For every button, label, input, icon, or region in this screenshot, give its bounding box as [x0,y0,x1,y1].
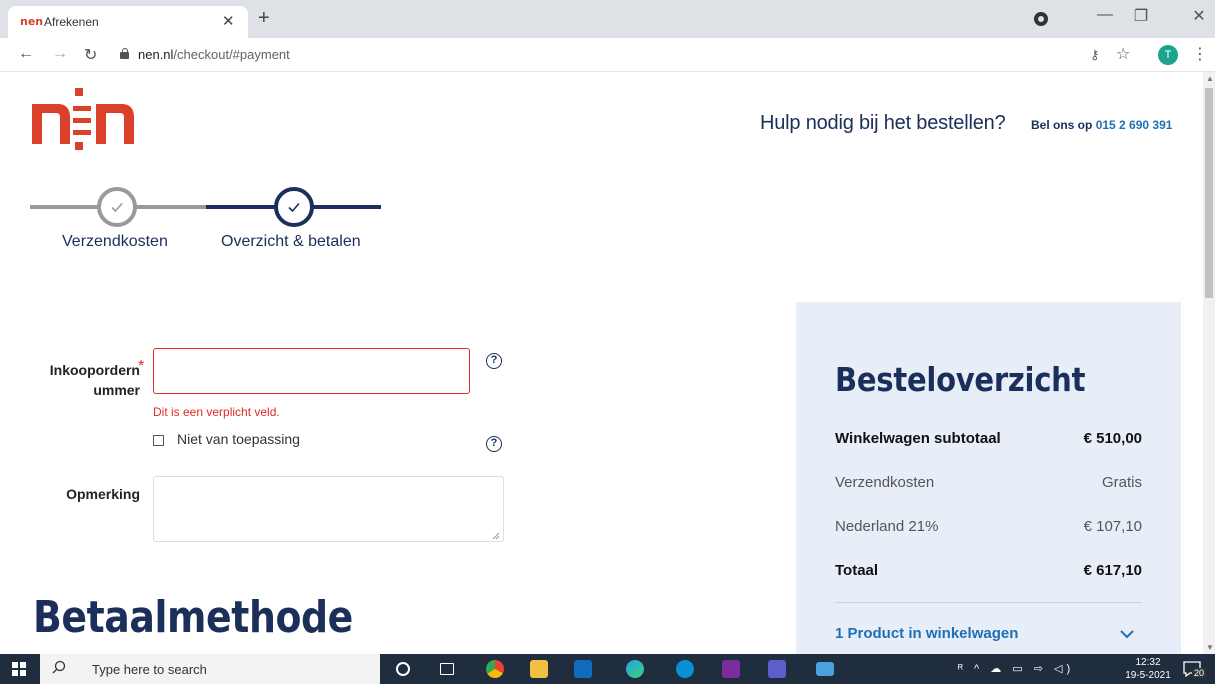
window-close-icon[interactable]: ✕ [1184,6,1214,26]
help-text: Hulp nodig bij het bestellen? [760,112,1006,134]
minimize-icon[interactable]: — [1090,6,1120,24]
new-tab-plus-icon[interactable]: + [258,7,270,30]
order-summary-panel: Besteloverzicht Winkelwagen subtotaal € … [796,302,1181,654]
summary-divider [835,602,1142,603]
lock-icon [120,48,129,59]
browser-tab[interactable]: nen Afrekenen ✕ [8,6,248,38]
remark-label: Opmerking [66,486,140,502]
key-icon[interactable]: ⚷ [1090,47,1100,63]
not-applicable-checkbox[interactable] [153,435,164,446]
onenote-icon[interactable] [722,660,740,678]
checkout-page: Hulp nodig bij het bestellen? Bel ons op… [0,72,1203,654]
help-circle-icon[interactable]: ? [486,436,502,452]
system-tray-icons[interactable]: ᴿ ^ ☁ ▭ ⇨ ◁) [958,662,1074,675]
tab-favicon-icon: nen [20,15,44,28]
browser-tab-bar: nen Afrekenen ✕ + — ❐ ✕ [0,0,1215,38]
check-icon [288,202,300,213]
not-applicable-label[interactable]: Niet van toepassing [177,431,300,447]
step-2-label[interactable]: Overzicht & betalen [221,233,361,251]
scrollbar-thumb[interactable] [1205,88,1213,298]
taskbar-search-placeholder: Type here to search [92,662,207,677]
tab-title: Afrekenen [44,15,99,29]
remark-textarea[interactable] [153,476,504,542]
star-icon[interactable]: ☆ [1116,44,1130,64]
order-summary-title: Besteloverzicht [835,360,1086,399]
check-icon [111,202,123,213]
outlook-icon[interactable] [574,660,592,678]
restore-icon[interactable]: ❐ [1126,6,1156,26]
teams-icon[interactable] [768,660,786,678]
purchase-order-label: Inkoopordern ummer [49,362,140,398]
required-marker: * [138,358,145,375]
help-circle-icon[interactable]: ? [486,353,502,369]
chrome-icon[interactable] [486,660,504,678]
kebab-menu-icon[interactable]: ⋮ [1192,44,1208,64]
step-1-label[interactable]: Verzendkosten [62,233,168,251]
windows-taskbar: Type here to search ᴿ ^ ☁ ▭ ⇨ ◁) 12:32 1… [0,654,1215,684]
task-view-icon[interactable] [440,663,454,675]
reload-icon[interactable]: ↻ [84,45,97,65]
page-scrollbar[interactable]: ▲ ▼ [1203,72,1215,654]
chevron-down-icon[interactable] [1120,629,1134,639]
profile-avatar[interactable]: T [1158,45,1178,65]
address-bar[interactable]: nen.nl/checkout/#payment [110,42,1070,68]
scroll-down-icon[interactable]: ▼ [1206,643,1214,652]
resize-grip-icon[interactable] [492,532,500,540]
windows-start-icon[interactable] [12,662,26,676]
taskbar-clock[interactable]: 12:32 19-5-2021 [1123,656,1173,682]
forward-arrow-icon[interactable]: → [52,45,68,63]
nen-logo[interactable] [30,82,140,152]
step-1-circle[interactable] [97,187,137,227]
notification-count-badge: 20 [1192,668,1207,678]
scroll-up-icon[interactable]: ▲ [1206,74,1214,83]
skype-icon[interactable] [676,660,694,678]
file-explorer-icon[interactable] [530,660,548,678]
edge-icon[interactable] [626,660,644,678]
purchase-order-input[interactable] [153,348,470,394]
extension-icon[interactable] [1034,12,1048,26]
products-in-cart-link[interactable]: 1 Product in winkelwagen [835,625,1018,642]
back-arrow-icon[interactable]: ← [18,45,34,63]
url-text: nen.nl/checkout/#payment [138,47,290,62]
app-window-icon[interactable] [816,662,834,676]
cortana-icon[interactable] [396,662,410,676]
call-us-text: Bel ons op 015 2 690 391 [1031,118,1173,132]
taskbar-search-box[interactable]: Type here to search [40,654,380,684]
phone-link[interactable]: 015 2 690 391 [1096,118,1173,132]
purchase-order-error: Dit is een verplicht veld. [153,405,280,419]
step-2-circle[interactable] [274,187,314,227]
tab-close-icon[interactable]: ✕ [222,12,235,30]
payment-method-title: Betaalmethode [33,592,353,643]
search-icon [52,660,66,674]
browser-toolbar: ← → ↻ nen.nl/checkout/#payment ⚷ ☆ T ⋮ [0,38,1215,72]
